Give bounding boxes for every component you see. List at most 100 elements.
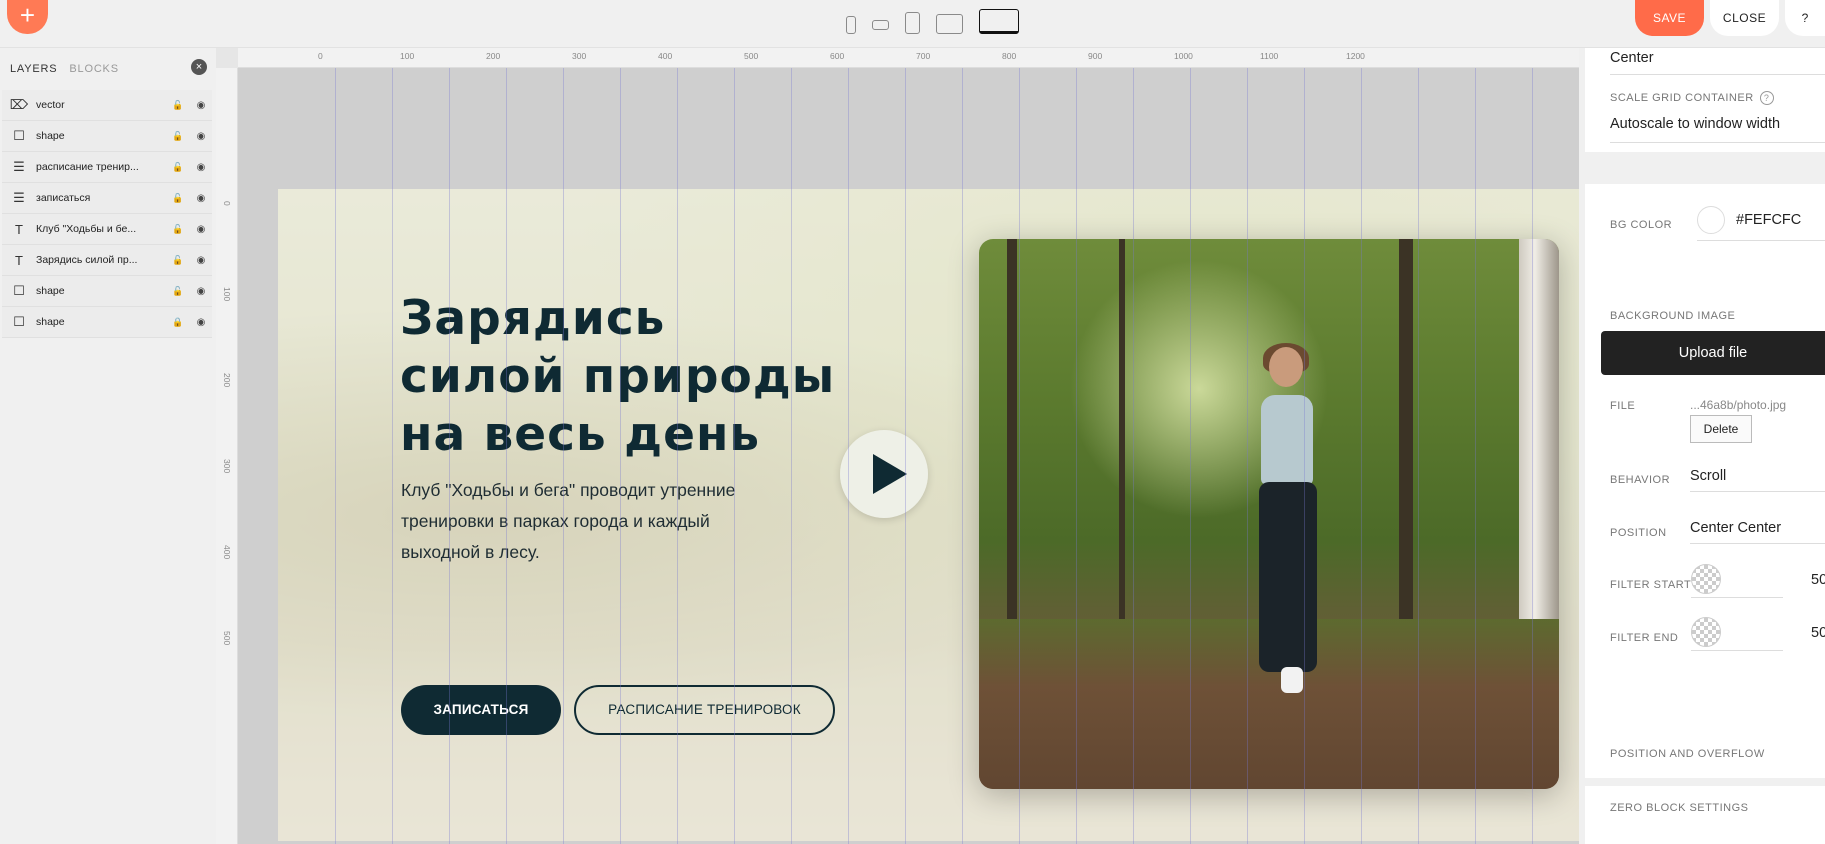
ruler-tick-label: 400: [222, 545, 232, 560]
delete-file-button[interactable]: Delete: [1690, 415, 1752, 443]
ruler-tick-label: 100: [222, 287, 232, 302]
position-overflow-card[interactable]: POSITION AND OVERFLOW: [1585, 732, 1825, 776]
zero-block-settings-label: ZERO BLOCK SETTINGS: [1610, 802, 1749, 814]
lock-open-icon[interactable]: 🔓: [166, 131, 190, 142]
layer-item[interactable]: T Клуб "Ходьбы и бе... 🔓 ◉: [2, 214, 212, 245]
visibility-eye-icon[interactable]: ◉: [190, 224, 212, 235]
filter-end-value[interactable]: 50: [1811, 625, 1825, 641]
mobile-landscape-icon[interactable]: [872, 20, 889, 30]
grid-column-line: [1304, 68, 1305, 844]
grid-column-line: [506, 68, 507, 844]
grid-column-line: [962, 68, 963, 844]
visibility-eye-icon[interactable]: ◉: [190, 193, 212, 204]
close-button[interactable]: CLOSE: [1710, 0, 1779, 36]
tab-layers[interactable]: LAYERS: [10, 63, 57, 75]
grid-column-line: [1076, 68, 1077, 844]
schedule-button[interactable]: РАСПИСАНИЕ ТРЕНИРОВОК: [574, 685, 835, 735]
desktop-icon[interactable]: [979, 9, 1019, 34]
layer-item[interactable]: ☰ расписание тренир... 🔓 ◉: [2, 152, 212, 183]
visibility-eye-icon[interactable]: ◉: [190, 162, 212, 173]
add-element-button[interactable]: +: [7, 0, 48, 34]
grid-column-line: [1019, 68, 1020, 844]
description-text[interactable]: Клуб "Ходьбы и бега" проводит утренние т…: [401, 475, 741, 568]
scale-grid-value[interactable]: Autoscale to window width: [1610, 116, 1780, 132]
ruler-tick-label: 500: [744, 51, 759, 61]
lock-open-icon[interactable]: 🔓: [166, 162, 190, 173]
ruler-vertical: 0 100 200 300 400 500: [216, 68, 238, 844]
lock-closed-icon[interactable]: 🔒: [166, 317, 190, 328]
layer-label: shape: [36, 130, 65, 142]
scale-grid-label: SCALE GRID CONTAINER?: [1610, 91, 1774, 105]
shape-icon: ☐: [13, 128, 25, 143]
close-layers-icon[interactable]: ×: [191, 59, 207, 75]
ruler-tick-label: 200: [222, 373, 232, 388]
layer-item[interactable]: ☰ записаться 🔓 ◉: [2, 183, 212, 214]
position-overflow-label: POSITION AND OVERFLOW: [1610, 748, 1765, 760]
behavior-value[interactable]: Scroll: [1690, 468, 1726, 484]
runner-photo[interactable]: [979, 239, 1559, 789]
lock-open-icon[interactable]: 🔓: [166, 286, 190, 297]
play-video-button[interactable]: [840, 430, 928, 518]
filter-start-color-icon[interactable]: [1691, 564, 1721, 594]
filter-start-value[interactable]: 50: [1811, 572, 1825, 588]
visibility-eye-icon[interactable]: ◉: [190, 255, 212, 266]
bg-color-value[interactable]: #FEFCFC: [1736, 212, 1801, 228]
alignment-value[interactable]: Center: [1610, 50, 1654, 66]
ruler-tick-label: 0: [318, 51, 323, 61]
layer-item[interactable]: ⌦ vector 🔓 ◉: [2, 90, 212, 121]
signup-button[interactable]: ЗАПИСАТЬСЯ: [401, 685, 561, 735]
ruler-horizontal: 0 100 200 300 400 500 600 700 800 900 1000 1100 1200: [238, 48, 1579, 68]
visibility-eye-icon[interactable]: ◉: [190, 131, 212, 142]
ruler-tick-label: 300: [572, 51, 587, 61]
color-swatch[interactable]: [1697, 206, 1725, 234]
runner-torso: [1261, 395, 1313, 485]
ruler-tick-label: 1200: [1346, 51, 1365, 61]
scale-grid-label-text: SCALE GRID CONTAINER: [1610, 92, 1754, 104]
lock-open-icon[interactable]: 🔓: [166, 224, 190, 235]
grid-column-line: [677, 68, 678, 844]
grid-column-line: [1247, 68, 1248, 844]
grid-column-line: [1190, 68, 1191, 844]
lock-open-icon[interactable]: 🔓: [166, 193, 190, 204]
layer-item[interactable]: T Зарядись силой пр... 🔓 ◉: [2, 245, 212, 276]
tablet-landscape-icon[interactable]: [936, 14, 963, 34]
layer-label: Клуб "Ходьбы и бе...: [36, 223, 137, 235]
help-icon[interactable]: ?: [1759, 91, 1774, 105]
upload-file-button[interactable]: Upload file: [1601, 331, 1825, 375]
layer-label: расписание тренир...: [36, 161, 139, 173]
ruler-tick-label: 700: [916, 51, 931, 61]
filter-start-label: FILTER START: [1610, 579, 1692, 591]
zero-block-settings-card[interactable]: ZERO BLOCK SETTINGS: [1585, 786, 1825, 844]
bg-color-label: BG COLOR: [1610, 219, 1673, 231]
layer-label: shape: [36, 316, 65, 328]
visibility-eye-icon[interactable]: ◉: [190, 100, 212, 111]
shape-icon: ☐: [13, 283, 25, 298]
divider: [1690, 491, 1825, 492]
runner-legs: [1259, 482, 1317, 672]
mobile-portrait-icon[interactable]: [846, 16, 856, 34]
layer-label: vector: [36, 99, 65, 111]
help-button[interactable]: ?: [1785, 0, 1825, 36]
grid-column-line: [449, 68, 450, 844]
position-value[interactable]: Center Center: [1690, 520, 1781, 536]
tablet-portrait-icon[interactable]: [905, 12, 920, 34]
shape-icon: ☐: [13, 314, 25, 329]
artboard[interactable]: Зарядись силой природы на весь день Клуб…: [278, 189, 1579, 841]
grid-column-line: [734, 68, 735, 844]
save-button[interactable]: SAVE: [1635, 0, 1704, 36]
layer-item[interactable]: ☐ shape 🔓 ◉: [2, 276, 212, 307]
visibility-eye-icon[interactable]: ◉: [190, 286, 212, 297]
layer-item[interactable]: ☐ shape 🔒 ◉: [2, 307, 212, 338]
visibility-eye-icon[interactable]: ◉: [190, 317, 212, 328]
lock-open-icon[interactable]: 🔓: [166, 100, 190, 111]
play-icon: [873, 454, 907, 494]
filter-end-color-icon[interactable]: [1691, 617, 1721, 647]
tab-blocks[interactable]: BLOCKS: [69, 63, 118, 75]
layer-item[interactable]: ☐ shape 🔓 ◉: [2, 121, 212, 152]
grid-column-line: [563, 68, 564, 844]
grid-column-line: [335, 68, 336, 844]
canvas[interactable]: Зарядись силой природы на весь день Клуб…: [238, 68, 1579, 844]
position-label: POSITION: [1610, 527, 1667, 539]
filter-end-label: FILTER END: [1610, 632, 1679, 644]
lock-open-icon[interactable]: 🔓: [166, 255, 190, 266]
